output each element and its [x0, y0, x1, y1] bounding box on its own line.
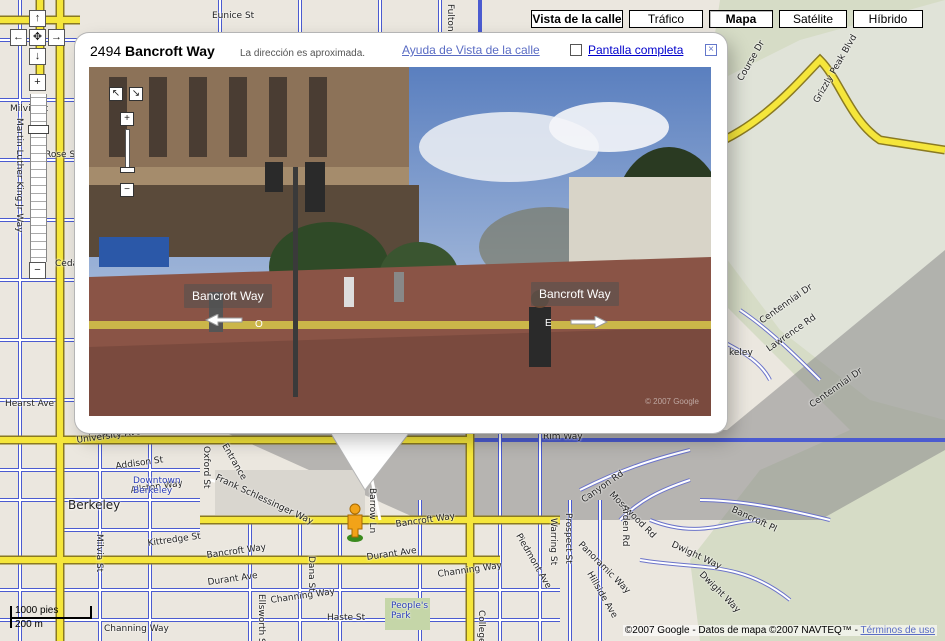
street-view-info-window: 2494 Bancroft Way La dirección es aproxi…	[75, 33, 727, 433]
zoom-slider-track[interactable]	[30, 94, 47, 262]
scale-feet: 1000 pies	[15, 605, 59, 616]
direction-west-label: O	[255, 319, 263, 330]
nav-arrow-west-icon[interactable]	[204, 314, 244, 326]
zoom-slider-thumb[interactable]	[28, 125, 49, 134]
pano-copyright: © 2007 Google	[645, 397, 699, 406]
zoom-in-button[interactable]: +	[29, 74, 46, 91]
map-button[interactable]: Mapa	[709, 10, 773, 28]
fullscreen-link[interactable]: Pantalla completa	[588, 43, 683, 57]
map-type-bar: Vista de la calle Tráfico Mapa Satélite …	[531, 10, 923, 28]
arrow-down-icon: ↓	[34, 50, 41, 62]
map-label-rose: Rose St	[45, 150, 79, 160]
map-copyright: ©2007 Google - Datos de mapa ©2007 NAVTE…	[622, 625, 937, 636]
address-number: 2494	[90, 43, 122, 59]
map-label-ellsworth: Ellsworth St	[256, 594, 266, 641]
pano-label-east[interactable]: Bancroft Way	[531, 282, 619, 306]
map-label-berkeley: Berkeley	[68, 498, 121, 512]
map-label-mlk: Martin Luther King Jr Way	[14, 118, 24, 233]
map-label-peoples-park: People's Park	[391, 601, 429, 621]
street-view-help-link[interactable]: Ayuda de Vista de la calle	[402, 43, 540, 57]
scale-bar: 1000 pies 200 m	[10, 604, 95, 630]
arrow-up-icon: ↑	[34, 12, 41, 24]
pan-left-button[interactable]: ←	[10, 29, 27, 46]
map-label-rim: Rim Way	[543, 432, 583, 442]
panorama-image	[89, 67, 711, 416]
map-label-keley: keley	[729, 348, 753, 358]
map-label-dana: Dana St	[306, 556, 316, 592]
map-label-barrow: Barrow Ln	[367, 488, 377, 534]
address-street: Bancroft Way	[125, 43, 215, 59]
pano-rotate-left-button[interactable]: ↖	[109, 87, 123, 101]
terms-link[interactable]: Términos de uso	[861, 625, 935, 636]
map-label-haste: Haste St	[327, 613, 366, 623]
pan-center-icon: ✥	[32, 31, 43, 43]
map-label-arden: Arden Rd	[620, 505, 630, 547]
map-label-hearst: Hearst Ave	[5, 399, 55, 409]
map-label-eunice: Eunice St	[212, 11, 255, 21]
pano-zoom-track[interactable]	[125, 129, 130, 169]
traffic-button[interactable]: Tráfico	[629, 10, 703, 28]
pano-zoom-in-button[interactable]: +	[120, 112, 134, 126]
map-label-warring: Warring St	[548, 518, 558, 566]
map-label-prospect: Prospect St	[563, 513, 573, 564]
map-label-channing-left: Channing Way	[104, 624, 169, 634]
map-label-fulton: Fulton	[445, 4, 455, 32]
street-view-button[interactable]: Vista de la calle	[531, 10, 623, 28]
close-button[interactable]: ×	[705, 44, 717, 56]
street-view-panorama[interactable]: ↖ ↘ + − Bancroft Way Bancroft Way O E © …	[89, 67, 711, 416]
nav-arrow-east-icon[interactable]	[569, 316, 609, 328]
pan-right-button[interactable]: →	[48, 29, 65, 46]
close-icon: ×	[708, 44, 714, 55]
fullscreen-icon[interactable]	[570, 44, 582, 56]
info-window-title: 2494 Bancroft Way	[90, 43, 215, 59]
pan-down-button[interactable]: ↓	[29, 48, 46, 65]
rotate-left-icon: ↖	[111, 88, 121, 99]
map-label-downtown: Downtown Berkeley	[133, 476, 181, 496]
rotate-right-icon: ↘	[131, 88, 141, 99]
arrow-right-icon: →	[51, 31, 62, 43]
pano-zoom-out-button[interactable]: −	[120, 183, 134, 197]
pegman-icon[interactable]	[344, 503, 366, 543]
satellite-button[interactable]: Satélite	[779, 10, 847, 28]
pano-label-west[interactable]: Bancroft Way	[184, 284, 272, 308]
pan-up-button[interactable]: ↑	[29, 10, 46, 27]
approx-address-note: La dirección es aproximada.	[240, 48, 366, 59]
direction-east-label: E	[545, 318, 552, 329]
hybrid-button[interactable]: Híbrido	[853, 10, 923, 28]
scale-meters: 200 m	[15, 619, 43, 630]
zoom-out-button[interactable]: −	[29, 262, 46, 279]
arrow-left-icon: ←	[13, 31, 24, 43]
info-window-tail	[330, 432, 411, 491]
map-label-milvia-bottom: Milvia St	[94, 534, 104, 573]
pan-center-button[interactable]: ✥	[29, 29, 46, 46]
map-label-oxford: Oxford St	[201, 446, 211, 489]
pano-zoom-thumb[interactable]	[120, 167, 135, 173]
copyright-text: ©2007 Google - Datos de mapa ©2007 NAVTE…	[624, 625, 858, 636]
pano-rotate-right-button[interactable]: ↘	[129, 87, 143, 101]
map-label-college: College	[476, 610, 486, 641]
